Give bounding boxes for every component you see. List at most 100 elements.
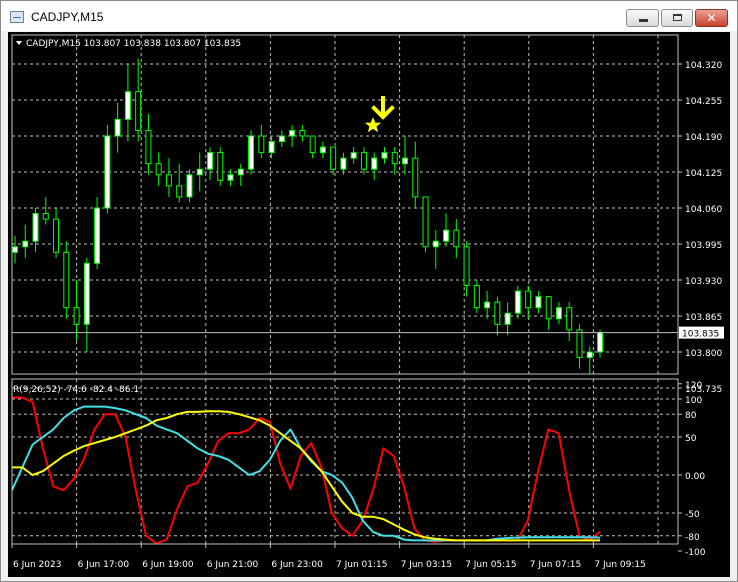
- indicator-tick-label: 50: [685, 434, 697, 444]
- candle-body: [504, 312, 511, 325]
- time-label: 6 Jun 2023: [13, 560, 61, 570]
- candle-body: [237, 168, 244, 176]
- time-label: 6 Jun 23:00: [271, 560, 323, 570]
- candle-body: [360, 152, 367, 170]
- candle-body: [289, 129, 296, 137]
- candle-body: [176, 185, 183, 198]
- chart-svg[interactable]: 104.320 104.255 104.190 104.125 104.060 103.9…: [8, 32, 730, 577]
- candle-body: [104, 135, 111, 209]
- indicator-pane-header: R(9,26,52) -74.6 -82.4 -86.1: [13, 385, 139, 395]
- candle-body: [443, 229, 450, 242]
- time-label: 7 Jun 03:15: [401, 560, 452, 570]
- chart-area[interactable]: 104.320 104.255 104.190 104.125 104.060 103.9…: [8, 32, 730, 577]
- candle-body: [165, 174, 172, 187]
- close-button[interactable]: ✕: [695, 9, 728, 27]
- candle-body: [545, 296, 552, 320]
- candle-body: [576, 329, 583, 359]
- candle-body: [535, 296, 542, 309]
- candle-body: [422, 196, 429, 248]
- candle-body: [463, 246, 470, 287]
- candle-body: [42, 213, 49, 220]
- price-pane-header: CADJPY,M15 103.807 103.838 103.807 103.8…: [26, 39, 241, 49]
- candle-body: [525, 290, 532, 309]
- minimize-icon: [639, 19, 648, 22]
- close-icon: ✕: [706, 11, 717, 25]
- candle-body: [391, 152, 398, 165]
- grid-lines: [11, 35, 678, 544]
- indicator-lines: [11, 396, 601, 545]
- candle-body: [412, 157, 419, 198]
- down-arrow-icon: [371, 96, 395, 120]
- candle-body: [217, 152, 224, 181]
- candle-body: [32, 213, 39, 242]
- candle-body: [432, 240, 439, 248]
- time-label: 7 Jun 01:15: [336, 560, 387, 570]
- indicator-tick-label: -80: [685, 533, 700, 543]
- candle-body: [484, 301, 491, 309]
- star-icon: [364, 117, 382, 133]
- price-tick-label: 103.995: [685, 241, 722, 251]
- candle-body: [330, 146, 337, 170]
- candle-body: [514, 290, 521, 314]
- candle-body: [555, 307, 562, 320]
- candle-body: [350, 152, 357, 159]
- price-tick-label: 104.190: [685, 133, 722, 143]
- candle-body: [248, 135, 255, 170]
- candle-body: [155, 163, 162, 176]
- current-price-label: 103.835: [682, 330, 719, 340]
- candle-body: [196, 168, 203, 176]
- price-tick-label: 104.125: [685, 169, 722, 179]
- candle-body: [227, 174, 234, 181]
- window-title: CADJPY,M15: [31, 10, 104, 24]
- title-bar[interactable]: CADJPY,M15 ✕: [1, 1, 737, 31]
- price-tick-label: 104.320: [685, 61, 722, 71]
- candle-body: [566, 307, 573, 331]
- candle-body: [186, 174, 193, 198]
- indicator-line-r9: [12, 396, 601, 545]
- time-label: 7 Jun 05:15: [465, 560, 516, 570]
- indicator-tick-label: 0.00: [685, 472, 705, 482]
- maximize-icon: [673, 14, 682, 21]
- candle-body: [124, 91, 131, 120]
- candle-body: [597, 332, 603, 353]
- candle-body: [268, 141, 275, 154]
- maximize-button[interactable]: [661, 9, 693, 27]
- axes: [11, 34, 682, 552]
- indicator-tick-label: 80: [685, 411, 697, 421]
- candle-body: [586, 351, 593, 359]
- time-label: 7 Jun 09:15: [594, 560, 645, 570]
- candle-body: [114, 118, 121, 137]
- price-tick-label: 103.930: [685, 277, 722, 287]
- candle-body: [63, 251, 70, 309]
- candle-body: [207, 152, 213, 170]
- indicator-tick-label: -50: [685, 510, 700, 520]
- candle-body: [83, 262, 90, 325]
- candle-body: [22, 240, 29, 248]
- candle-body: [258, 135, 265, 154]
- time-label: 6 Jun 17:00: [78, 560, 130, 570]
- chart-window: CADJPY,M15 ✕ 104.320 104.255 104.190 104.12…: [0, 0, 738, 582]
- time-label: 6 Jun 21:00: [207, 560, 259, 570]
- price-tick-label: 103.800: [685, 349, 722, 359]
- candle-body: [278, 135, 285, 143]
- candle-body: [473, 285, 480, 309]
- indicator-tick-label: 120: [685, 381, 702, 391]
- candle-body: [309, 135, 316, 154]
- indicator-tick-label: 100: [685, 396, 702, 406]
- candle-body: [145, 129, 152, 165]
- candlestick-series: [12, 58, 603, 375]
- candle-body: [453, 229, 460, 248]
- candle-body: [53, 218, 60, 253]
- candle-body: [135, 91, 142, 131]
- overlay: 103.835 CADJPY,M15 103.807 103.838 103.80…: [12, 39, 724, 395]
- minimize-button[interactable]: [626, 9, 659, 27]
- indicator-line-r52: [12, 410, 600, 542]
- price-tick-label: 103.865: [685, 313, 722, 323]
- collapse-triangle-icon: [16, 41, 22, 45]
- candle-body: [299, 129, 306, 137]
- time-label: 6 Jun 19:00: [142, 560, 194, 570]
- price-pane-border: [11, 34, 679, 375]
- candle-body: [12, 246, 18, 253]
- price-tick-label: 104.060: [685, 205, 722, 215]
- price-tick-label: 104.255: [685, 97, 722, 107]
